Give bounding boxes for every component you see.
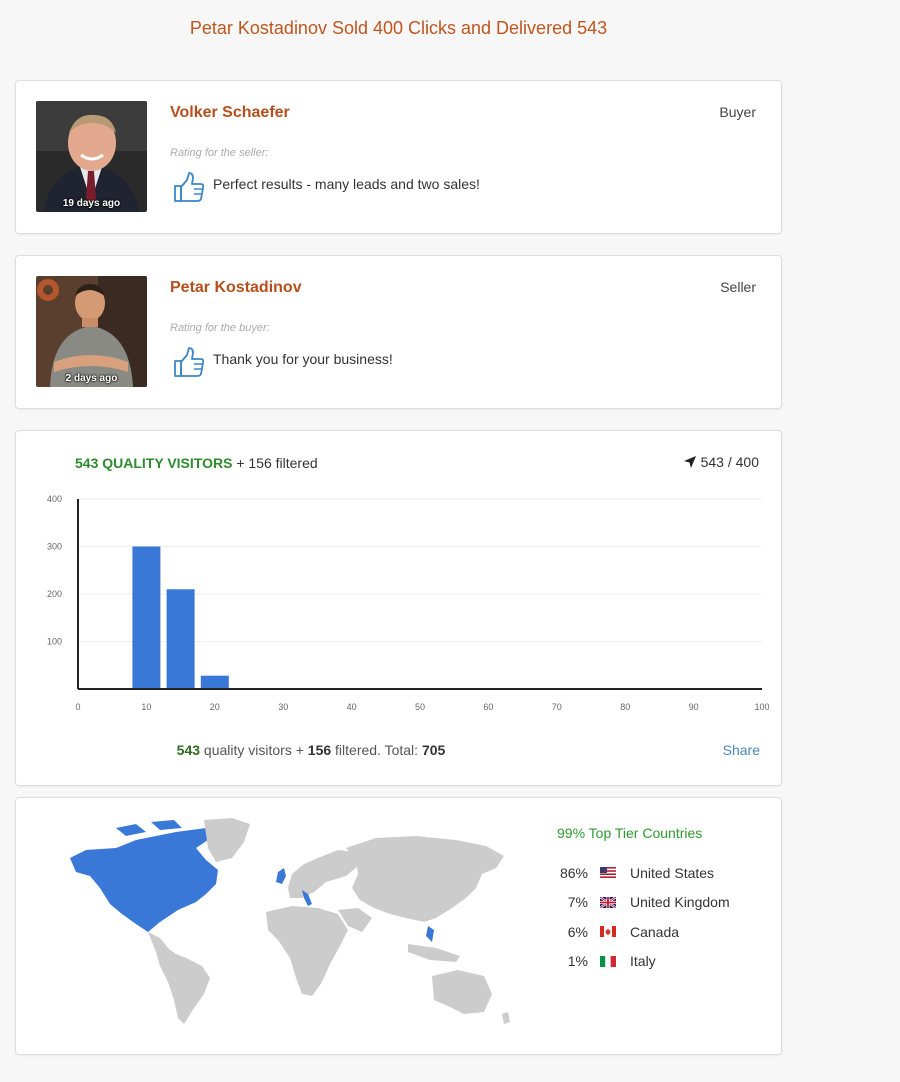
review-age: 2 days ago <box>65 373 118 384</box>
country-name: Canada <box>630 923 680 940</box>
x-tick-label: 60 <box>483 702 493 712</box>
buyer-avatar[interactable]: 19 days ago <box>36 101 147 212</box>
country-row-united-kingdom: 7% United Kingdom <box>546 888 776 918</box>
x-tick-label: 50 <box>415 702 425 712</box>
y-tick-label: 400 <box>47 494 62 504</box>
x-tick-label: 90 <box>689 702 699 712</box>
ca-flag-icon <box>600 926 616 938</box>
chart-bar <box>132 546 161 689</box>
traffic-summary: 543 quality visitors + 156 filtered. Tot… <box>16 742 606 758</box>
country-name: Italy <box>630 953 656 970</box>
review-comment: Thank you for your business! <box>213 351 393 367</box>
x-tick-label: 30 <box>278 702 288 712</box>
y-tick-label: 300 <box>47 542 62 552</box>
country-name: United Kingdom <box>630 894 730 911</box>
buyer-review-card: 19 days ago Volker Schaefer Buyer Rating… <box>15 80 782 234</box>
summary-quality: 543 <box>176 742 201 758</box>
x-tick-label: 100 <box>754 702 769 712</box>
summary-filtered: 156 <box>307 742 332 758</box>
reviewer-role: Buyer <box>719 104 756 120</box>
chart-bar <box>200 675 229 689</box>
x-tick-label: 0 <box>75 702 80 712</box>
country-name: United States <box>630 864 715 881</box>
world-map <box>70 818 510 1024</box>
seller-review-card: 2 days ago Petar Kostadinov Seller Ratin… <box>15 255 782 409</box>
review-age: 19 days ago <box>62 198 121 209</box>
rating-label: Rating for the buyer: <box>170 322 270 334</box>
review-comment: Perfect results - many leads and two sal… <box>213 176 480 192</box>
country-pct: 86% <box>559 864 588 881</box>
rating-label: Rating for the seller: <box>170 147 269 159</box>
country-pct: 7% <box>567 894 588 911</box>
country-row-canada: 6% Canada <box>546 917 776 947</box>
thumbs-up-icon <box>174 347 205 377</box>
x-tick-label: 80 <box>620 702 630 712</box>
us-flag-icon <box>600 867 616 879</box>
x-tick-label: 40 <box>347 702 357 712</box>
country-list: 86% United States 7% United Kingdom 6% C… <box>546 858 776 976</box>
summary-quality-text: quality visitors + <box>203 742 304 758</box>
countries-card: 99% Top Tier Countries 86% United States… <box>15 797 782 1055</box>
country-row-italy: 1% Italy <box>546 947 776 977</box>
summary-total: 705 <box>421 742 446 758</box>
y-tick-label: 100 <box>47 637 62 647</box>
reviewer-name[interactable]: Petar Kostadinov <box>170 279 302 297</box>
visitors-chart: 100 200 300 400 0 10 20 30 40 50 60 70 80 90 100 <box>47 494 770 712</box>
map-region-uk <box>276 868 286 884</box>
y-tick-label: 200 <box>47 589 62 599</box>
country-row-united-states: 86% United States <box>546 858 776 888</box>
x-tick-label: 10 <box>141 702 151 712</box>
x-tick-label: 20 <box>210 702 220 712</box>
country-pct: 6% <box>567 923 588 940</box>
reviewer-role: Seller <box>720 279 756 295</box>
top-tier-headline: 99% Top Tier Countries <box>557 825 703 841</box>
reviewer-name[interactable]: Volker Schaefer <box>170 104 290 122</box>
share-link[interactable]: Share <box>723 742 760 758</box>
country-pct: 1% <box>567 953 588 970</box>
page-title: Petar Kostadinov Sold 400 Clicks and Del… <box>189 18 608 38</box>
thumbs-up-icon <box>174 172 205 202</box>
seller-avatar[interactable]: 2 days ago <box>36 276 147 387</box>
summary-filtered-text: filtered. Total: <box>335 742 419 758</box>
it-flag-icon <box>600 955 616 967</box>
chart-bar <box>166 589 195 689</box>
x-tick-label: 70 <box>552 702 562 712</box>
traffic-card: 543 QUALITY VISITORS + 156 filtered 543 … <box>15 430 782 786</box>
uk-flag-icon <box>600 896 616 908</box>
map-region-north-america <box>70 828 218 932</box>
